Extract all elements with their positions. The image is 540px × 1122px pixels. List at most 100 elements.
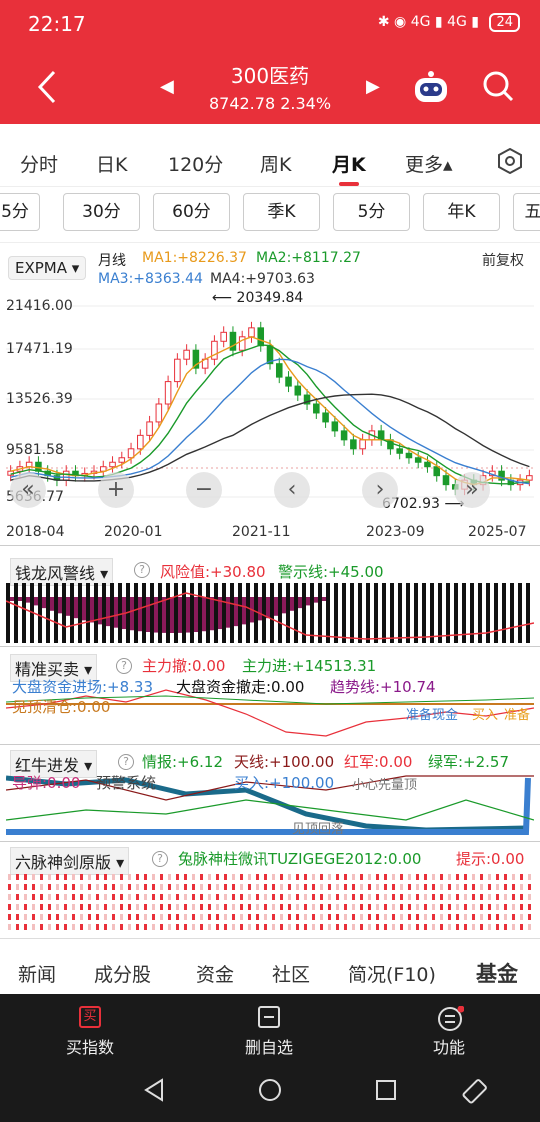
- signal-dot: [64, 894, 67, 900]
- indicator-selector[interactable]: EXPMA ▾: [8, 256, 87, 280]
- signal-dot: [448, 884, 451, 890]
- signal-dot: [456, 924, 459, 930]
- risk-fill: [306, 597, 310, 606]
- signal-dot: [120, 904, 123, 910]
- signal-dot: [72, 874, 75, 880]
- settings-icon[interactable]: [498, 147, 522, 179]
- system-home-icon[interactable]: [258, 1078, 282, 1108]
- signal-dot: [208, 874, 211, 880]
- signal-dot: [256, 904, 259, 910]
- period-button[interactable]: 年K: [423, 193, 500, 231]
- risk-fill: [82, 597, 86, 621]
- help-icon[interactable]: ?: [134, 562, 150, 578]
- risk-fill: [242, 597, 246, 625]
- signal-dot: [400, 904, 403, 910]
- period-button[interactable]: 30分: [63, 193, 140, 231]
- signal-dot: [168, 924, 171, 930]
- signal-dot: [32, 874, 35, 880]
- period-button[interactable]: 60分: [153, 193, 230, 231]
- buy-index-button[interactable]: 买指数: [45, 1034, 135, 1058]
- signal-dot: [96, 914, 99, 920]
- signal-dot: [376, 904, 379, 910]
- zoom-out-button[interactable]: −: [186, 472, 222, 508]
- candle: [424, 461, 431, 468]
- signal-dot: [80, 914, 83, 920]
- signal-dot: [104, 904, 107, 910]
- period-button[interactable]: 季K: [243, 193, 320, 231]
- help-icon[interactable]: ?: [152, 851, 168, 867]
- tab-constituents[interactable]: 成分股: [94, 960, 151, 987]
- step-right-button[interactable]: ›: [362, 472, 398, 508]
- tab-120min[interactable]: 120分: [168, 150, 223, 177]
- tab-monthly[interactable]: 月K: [332, 150, 366, 177]
- period-button[interactable]: 5分: [333, 193, 410, 231]
- tab-news[interactable]: 新闻: [18, 960, 56, 987]
- system-back-icon[interactable]: [142, 1078, 166, 1108]
- system-recents-icon[interactable]: [374, 1078, 398, 1108]
- tab-intraday[interactable]: 分时: [20, 150, 58, 177]
- signal-dot: [312, 904, 315, 910]
- signal-dot: [480, 914, 483, 920]
- candle: [350, 439, 357, 450]
- qlfj-indicator-selector[interactable]: 钱龙风警线 ▾: [10, 558, 114, 586]
- high-value-label: 20349.84: [236, 290, 304, 306]
- signal-dot: [96, 874, 99, 880]
- signal-dot: [80, 904, 83, 910]
- functions-button[interactable]: 功能: [404, 1034, 494, 1058]
- signal-dot: [392, 904, 395, 910]
- candle: [322, 412, 329, 423]
- tab-f10[interactable]: 简况(F10): [348, 960, 436, 987]
- signal-dot: [512, 884, 515, 890]
- signal-dot: [488, 914, 491, 920]
- signal-dot: [224, 894, 227, 900]
- scroll-left-button[interactable]: «: [10, 472, 46, 508]
- next-stock-icon[interactable]: ▶: [366, 76, 380, 97]
- help-icon[interactable]: ?: [116, 658, 132, 674]
- signal-dot: [32, 884, 35, 890]
- signal-dot: [312, 884, 315, 890]
- help-icon[interactable]: ?: [118, 754, 134, 770]
- signal-dot: [320, 924, 323, 930]
- remove-watchlist-button[interactable]: 删自选: [224, 1034, 314, 1058]
- step-left-button[interactable]: ‹: [274, 472, 310, 508]
- risk-fill: [178, 597, 182, 633]
- signal-dot: [40, 884, 43, 890]
- signal-dot: [200, 904, 203, 910]
- signal-dot: [136, 924, 139, 930]
- signal-dot: [88, 924, 91, 930]
- candle: [62, 470, 70, 481]
- tab-funds-flow[interactable]: 资金: [196, 960, 234, 987]
- signal-dot: [208, 894, 211, 900]
- zoom-in-button[interactable]: +: [98, 472, 134, 508]
- tab-daily[interactable]: 日K: [96, 150, 127, 177]
- robot-assistant-icon[interactable]: [412, 70, 450, 104]
- tab-more[interactable]: 更多▴: [405, 150, 453, 177]
- signal-dot: [280, 894, 283, 900]
- signal-dot: [504, 904, 507, 910]
- signal-dot: [400, 924, 403, 930]
- rotate-screen-icon[interactable]: [460, 1078, 488, 1112]
- scroll-right-button[interactable]: »: [454, 472, 490, 508]
- signal-dot: [152, 904, 155, 910]
- signal-dot: [176, 924, 179, 930]
- signal-dot: [520, 904, 523, 910]
- period-button[interactable]: 五: [513, 193, 540, 231]
- search-icon[interactable]: [482, 70, 514, 102]
- candle: [442, 475, 450, 486]
- period-button[interactable]: 5分: [0, 193, 40, 231]
- tab-weekly[interactable]: 周K: [260, 150, 291, 177]
- risk-fill: [42, 597, 46, 609]
- signal-dot: [456, 874, 459, 880]
- signal-icons: ✱ ◉ 4G ▮ 4G ▮: [377, 14, 479, 30]
- tab-fund[interactable]: 基金: [476, 958, 518, 988]
- signal-dot: [344, 884, 347, 890]
- signal-dot: [304, 884, 307, 890]
- risk-fill: [298, 597, 302, 609]
- signal-dot: [472, 884, 475, 890]
- candle: [396, 448, 403, 454]
- signal-dot: [240, 904, 243, 910]
- tab-community[interactable]: 社区: [272, 960, 310, 987]
- signal-dot: [424, 914, 427, 920]
- signal-dot: [144, 884, 147, 890]
- adjust-toggle[interactable]: 前复权: [482, 250, 524, 270]
